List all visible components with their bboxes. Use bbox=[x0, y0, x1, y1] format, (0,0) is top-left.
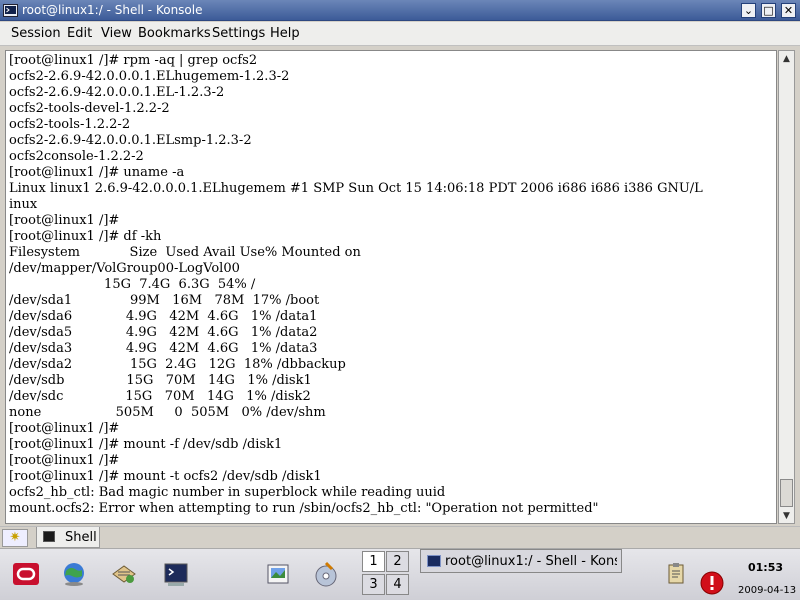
terminal-line: ocfs2-2.6.9-42.0.0.0.1.ELsmp-1.2.3-2 bbox=[9, 133, 252, 148]
terminal-line: [root@linux1 /]# bbox=[9, 421, 120, 436]
terminal-line: Linux linux1 2.6.9-42.0.0.0.1.ELhugemem … bbox=[9, 181, 703, 196]
terminal-line: /dev/sda1 99M 16M 78M 17% /boot bbox=[9, 293, 320, 308]
web-browser-icon[interactable] bbox=[60, 560, 88, 588]
terminal-line: Filesystem Size Used Avail Use% Mounted … bbox=[9, 245, 361, 260]
terminal-line: [root@linux1 /]# bbox=[9, 453, 120, 468]
oracle-menu-icon[interactable] bbox=[12, 560, 40, 588]
taskbar-window-label: root@linux1:/ - Shell - Konsole bbox=[445, 554, 617, 569]
clipboard-icon[interactable] bbox=[664, 562, 688, 586]
tab-shell[interactable]: Shell bbox=[36, 527, 100, 548]
session-tab-bar: ✷ Shell bbox=[0, 526, 800, 548]
menu-help[interactable]: Help bbox=[270, 26, 300, 42]
terminal-line: none 505M 0 505M 0% /dev/shm bbox=[9, 405, 326, 420]
terminal-line: /dev/sdc 15G 70M 14G 1% /disk2 bbox=[9, 389, 311, 404]
desktop-pager-3[interactable]: 3 bbox=[362, 574, 385, 595]
terminal-line: 15G 7.4G 6.3G 54% / bbox=[9, 277, 256, 292]
terminal-icon bbox=[43, 531, 55, 542]
terminal-output[interactable]: [root@linux1 /]# rpm -aq | grep ocfs2 ocf… bbox=[5, 50, 777, 524]
new-session-icon[interactable]: ✷ bbox=[2, 529, 28, 547]
terminal-line: ocfs2-2.6.9-42.0.0.0.1.ELhugemem-1.2.3-2 bbox=[9, 69, 290, 84]
konsole-app-icon[interactable] bbox=[3, 3, 18, 18]
terminal-line: mount.ocfs2: Error when attempting to ru… bbox=[9, 501, 599, 516]
image-viewer-icon[interactable] bbox=[264, 560, 292, 588]
desktop-pager-1[interactable]: 1 bbox=[362, 551, 385, 572]
clock-time[interactable]: 01:53 bbox=[748, 561, 783, 574]
taskbar-window-button[interactable]: root@linux1:/ - Shell - Konsole bbox=[420, 549, 622, 573]
menu-settings[interactable]: Settings bbox=[212, 26, 265, 42]
scroll-down-arrow-icon[interactable]: ▼ bbox=[779, 509, 794, 523]
maximize-button[interactable]: □ bbox=[761, 3, 776, 18]
email-client-icon[interactable] bbox=[110, 560, 138, 588]
terminal-line: inux bbox=[9, 197, 38, 212]
terminal-line: ocfs2_hb_ctl: Bad magic number in superb… bbox=[9, 485, 446, 500]
minimize-button[interactable]: ⌄ bbox=[741, 3, 756, 18]
desktop-pager-4[interactable]: 4 bbox=[386, 574, 409, 595]
desktop-pager-2[interactable]: 2 bbox=[386, 551, 409, 572]
window-title: root@linux1:/ - Shell - Konsole bbox=[22, 3, 203, 17]
clock-date[interactable]: 2009-04-13 bbox=[738, 585, 796, 597]
terminal-line: /dev/sda6 4.9G 42M 4.6G 1% /data1 bbox=[9, 309, 318, 324]
scroll-up-arrow-icon[interactable]: ▲ bbox=[779, 52, 794, 66]
menu-bookmarks[interactable]: Bookmarks bbox=[138, 26, 211, 42]
media-player-icon[interactable] bbox=[312, 560, 340, 588]
menu-bar: Session Edit View Bookmarks Settings Hel… bbox=[0, 22, 800, 46]
terminal-line: ocfs2-2.6.9-42.0.0.0.1.EL-1.2.3-2 bbox=[9, 85, 225, 100]
update-alert-icon[interactable] bbox=[700, 571, 724, 595]
terminal-lines: [root@linux1 /]# rpm -aq | grep ocfs2 ocf… bbox=[6, 51, 776, 517]
terminal-line: /dev/mapper/VolGroup00-LogVol00 bbox=[9, 261, 240, 276]
terminal-line: [root@linux1 /]# df -kh bbox=[9, 229, 162, 244]
terminal-line: ocfs2-tools-devel-1.2.2-2 bbox=[9, 101, 170, 116]
terminal-line: [root@linux1 /]# mount -t ocfs2 /dev/sdb… bbox=[9, 469, 322, 484]
title-bar[interactable]: root@linux1:/ - Shell - Konsole ⌄ □ ✕ bbox=[0, 0, 800, 21]
scrollbar-thumb[interactable] bbox=[780, 479, 793, 507]
terminal-line: /dev/sdb 15G 70M 14G 1% /disk1 bbox=[9, 373, 312, 388]
terminal-line: /dev/sda5 4.9G 42M 4.6G 1% /data2 bbox=[9, 325, 318, 340]
terminal-line: [root@linux1 /]# rpm -aq | grep ocfs2 bbox=[9, 53, 258, 68]
menu-edit[interactable]: Edit bbox=[67, 26, 92, 42]
menu-view[interactable]: View bbox=[101, 26, 132, 42]
terminal-launcher-icon[interactable] bbox=[162, 560, 190, 588]
konsole-task-icon bbox=[427, 555, 441, 567]
close-button[interactable]: ✕ bbox=[781, 3, 796, 18]
tab-shell-label: Shell bbox=[65, 530, 97, 545]
terminal-line: ocfs2console-1.2.2-2 bbox=[9, 149, 144, 164]
menu-session[interactable]: Session bbox=[11, 26, 61, 42]
terminal-line: ocfs2-tools-1.2.2-2 bbox=[9, 117, 131, 132]
terminal-line: /dev/sda3 4.9G 42M 4.6G 1% /data3 bbox=[9, 341, 318, 356]
terminal-scrollbar[interactable]: ▲ ▼ bbox=[778, 50, 795, 524]
terminal-line: /dev/sda2 15G 2.4G 12G 18% /dbbackup bbox=[9, 357, 346, 372]
terminal-line: [root@linux1 /]# uname -a bbox=[9, 165, 185, 180]
terminal-line: [root@linux1 /]# bbox=[9, 213, 120, 228]
terminal-line: [root@linux1 /]# mount -f /dev/sdb /disk… bbox=[9, 437, 283, 452]
taskbar-panel: 1 2 3 4 root@linux1:/ - Shell - Konsole … bbox=[0, 548, 800, 600]
